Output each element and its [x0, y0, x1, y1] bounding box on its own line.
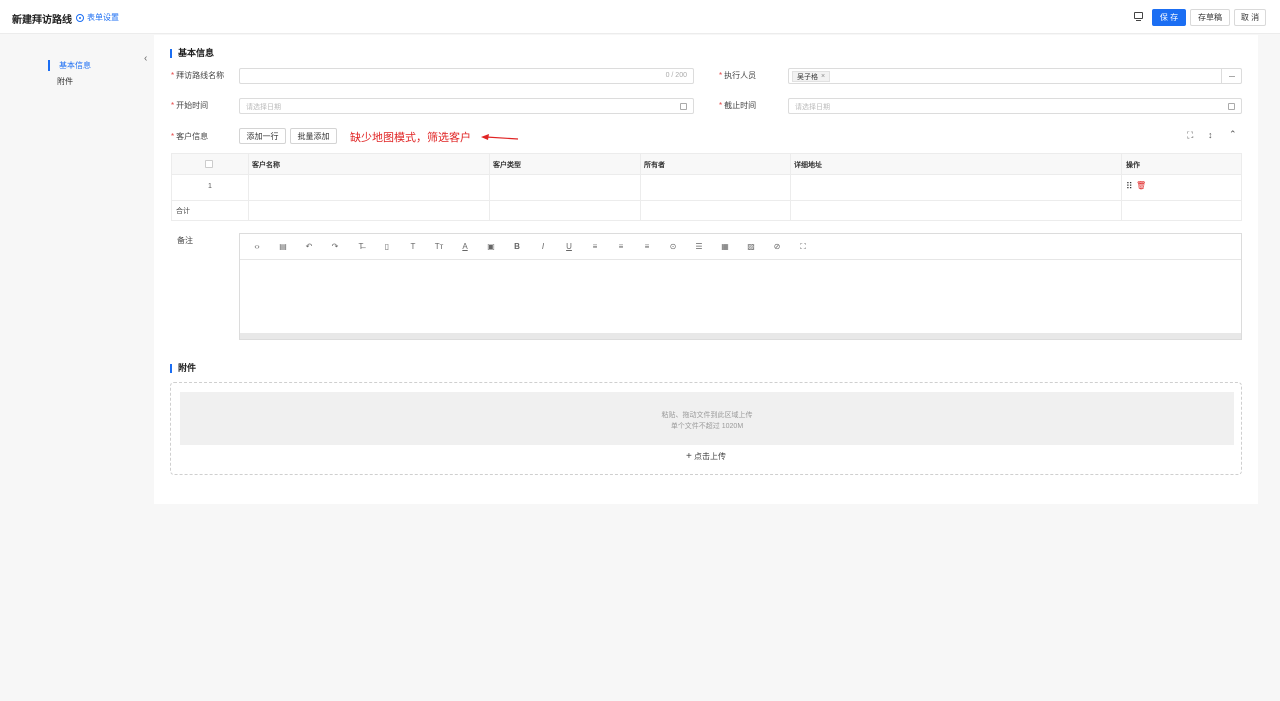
editor-toolbar: ‹› ▤ ↶ ↷ T̶ ▯ T Tт A ▣ B I U ≡ ≡ ≡ ⊙ ☰ ▦…: [240, 234, 1241, 260]
bg-color-icon[interactable]: ▣: [485, 242, 497, 251]
table-icon[interactable]: ▤: [277, 242, 289, 251]
executor-label: * 执行人员: [719, 71, 757, 80]
form-settings-label: 表单设置: [87, 13, 119, 22]
cancel-button[interactable]: 取 消: [1234, 9, 1266, 26]
remark-label: 备注: [177, 236, 193, 245]
upload-button[interactable]: + 点击上传: [171, 451, 1241, 462]
nav-item-attachment[interactable]: 附件: [48, 76, 73, 87]
indent-icon[interactable]: ☰: [693, 242, 705, 251]
bold-icon[interactable]: B: [511, 242, 523, 251]
more-button[interactable]: ···: [1221, 69, 1241, 83]
close-icon[interactable]: ×: [821, 73, 825, 80]
text-icon[interactable]: T: [407, 242, 419, 251]
align-right-icon[interactable]: ≡: [641, 242, 653, 251]
annotation-arrow-icon: [481, 134, 519, 140]
save-button[interactable]: 保 存: [1152, 9, 1186, 26]
draft-button[interactable]: 存草稿: [1190, 9, 1230, 26]
executor-select[interactable]: 吴子格 × ···: [788, 68, 1242, 84]
start-time-picker[interactable]: 请选择日期: [239, 98, 694, 114]
delete-icon[interactable]: 🗑: [1136, 181, 1146, 190]
grid-icon[interactable]: ▦: [719, 242, 731, 251]
start-time-label: * 开始时间: [171, 101, 209, 110]
form-settings-link[interactable]: 表单设置: [76, 12, 119, 23]
column-header: 操作: [1126, 162, 1140, 169]
customer-table: 客户名称 客户类型 所有者 详细地址 操作 1 ⠿ 🗑 合计: [171, 153, 1242, 221]
italic-icon[interactable]: I: [537, 242, 549, 251]
editor-resize-bar[interactable]: [240, 333, 1241, 339]
route-name-input[interactable]: 0 / 200: [239, 68, 694, 84]
end-time-placeholder: 请选择日期: [795, 104, 830, 111]
nav-item-basic[interactable]: 基本信息: [48, 60, 91, 71]
calendar-icon: [680, 103, 687, 110]
fullscreen-icon[interactable]: ⛶: [1187, 130, 1193, 141]
font-size-icon[interactable]: Tт: [433, 242, 445, 251]
attach-icon[interactable]: ⊘: [771, 242, 783, 251]
annotation-text: 缺少地图模式，筛选客户: [350, 132, 471, 144]
chevron-up-icon[interactable]: ⌃: [1229, 129, 1237, 140]
end-time-label: * 截止时间: [719, 101, 757, 110]
upload-area[interactable]: 粘贴、拖动文件到此区域上传 单个文件不超过 1020M + 点击上传: [170, 382, 1242, 475]
section-title-basic: 基本信息: [170, 49, 214, 58]
undo-icon[interactable]: ↶: [303, 242, 315, 251]
expand-vertical-icon[interactable]: ↕: [1208, 130, 1213, 140]
code-icon[interactable]: ‹›: [251, 242, 263, 251]
strikethrough-icon[interactable]: T̶: [355, 242, 367, 251]
upload-label: 点击上传: [694, 452, 727, 461]
left-nav: 基本信息 附件: [0, 35, 152, 701]
route-name-counter: 0 / 200: [665, 72, 687, 79]
executor-tag-label: 吴子格: [797, 73, 818, 81]
customer-label: * 客户信息: [171, 132, 209, 141]
image-icon[interactable]: ▨: [745, 242, 757, 251]
underline-icon[interactable]: U: [563, 242, 575, 251]
align-center-icon[interactable]: ≡: [615, 242, 627, 251]
drag-handle-icon[interactable]: ⠿: [1126, 181, 1133, 192]
font-color-icon[interactable]: A: [459, 242, 471, 251]
fullscreen-icon[interactable]: ⛶: [797, 242, 809, 252]
redo-icon[interactable]: ↷: [329, 242, 341, 251]
end-time-picker[interactable]: 请选择日期: [788, 98, 1242, 114]
batch-add-button[interactable]: 批量添加: [290, 128, 337, 144]
collapse-chevron-icon[interactable]: ‹: [144, 53, 147, 64]
executor-tag: 吴子格 ×: [792, 71, 831, 82]
row-index: 1: [208, 183, 212, 190]
start-time-placeholder: 请选择日期: [246, 104, 281, 111]
rich-text-editor[interactable]: ‹› ▤ ↶ ↷ T̶ ▯ T Tт A ▣ B I U ≡ ≡ ≡ ⊙ ☰ ▦…: [239, 233, 1242, 340]
column-header: 客户名称: [252, 162, 280, 169]
table-header: 客户名称 客户类型 所有者 详细地址 操作: [172, 154, 1241, 175]
calendar-icon: [1228, 103, 1235, 110]
list-icon[interactable]: ⊙: [667, 242, 679, 251]
preview-icon[interactable]: [1134, 12, 1143, 21]
top-bar: 新建拜访路线 表单设置 保 存 存草稿 取 消: [0, 0, 1280, 34]
page-title: 新建拜访路线: [12, 15, 72, 26]
paste-icon[interactable]: ▯: [381, 242, 393, 251]
section-title-attachment: 附件: [170, 364, 196, 373]
size-hint: 单个文件不超过 1020M: [670, 423, 744, 430]
add-row-button[interactable]: 添加一行: [239, 128, 286, 144]
column-header: 所有者: [644, 162, 665, 169]
column-header: 详细地址: [794, 162, 822, 169]
settings-icon: [76, 13, 84, 22]
drop-hint: 粘贴、拖动文件到此区域上传: [661, 412, 753, 419]
plus-icon: +: [685, 451, 692, 462]
align-left-icon[interactable]: ≡: [589, 242, 601, 251]
column-header: 客户类型: [493, 162, 521, 169]
select-all-checkbox[interactable]: [205, 160, 213, 168]
drop-zone[interactable]: 粘贴、拖动文件到此区域上传 单个文件不超过 1020M: [180, 392, 1234, 445]
route-name-label: * 拜访路线名称: [171, 71, 225, 80]
total-label: 合计: [176, 208, 190, 215]
